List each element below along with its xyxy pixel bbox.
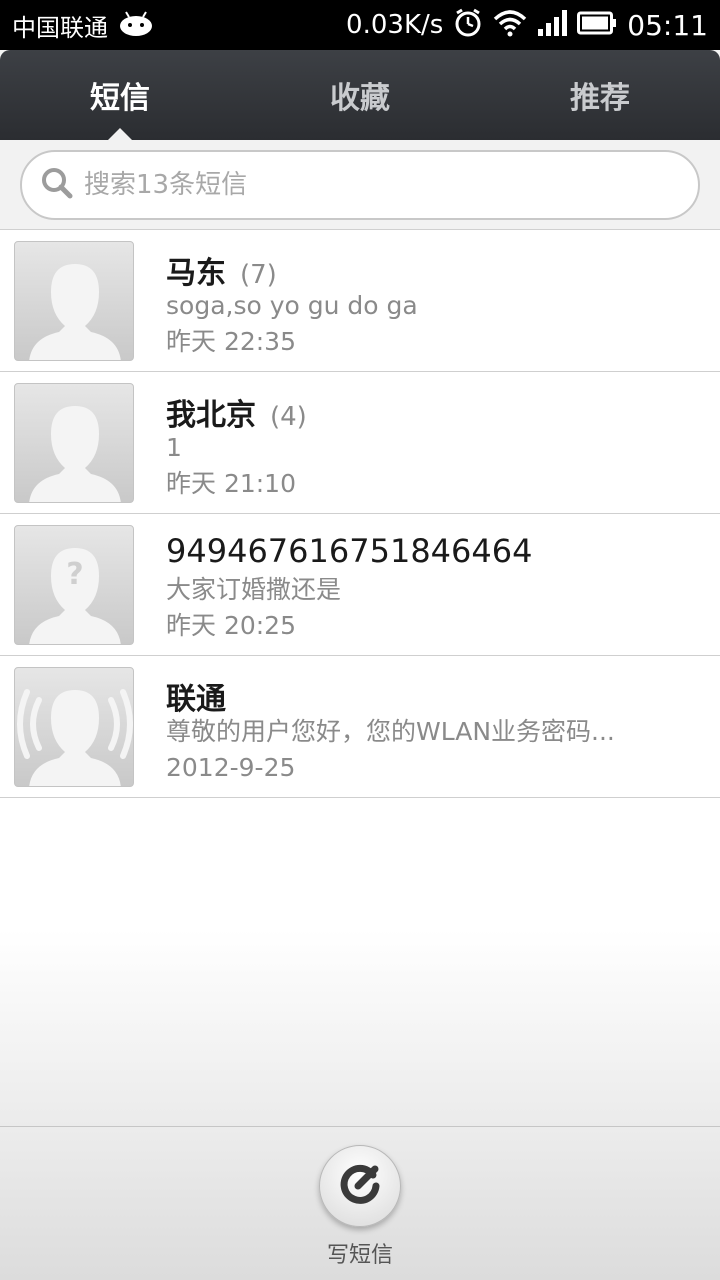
tab-recommended-label: 推荐 <box>570 81 630 116</box>
contact-avatar-icon[interactable] <box>14 383 134 503</box>
unknown-contact-avatar-icon[interactable]: ? <box>14 525 134 645</box>
tab-bar: 短信 收藏 推荐 <box>0 50 720 140</box>
contact-name: 94946761675184646​4 <box>166 532 533 570</box>
network-speed: 0.03K/s <box>346 10 444 40</box>
status-bar: 中国联通 0.03K/s 05:11 <box>0 0 720 50</box>
list-empty-area <box>0 798 720 1126</box>
contact-avatar-icon[interactable] <box>14 241 134 361</box>
conversation-text: 94946761675184646​4 大家订婚撒还是 昨天 20:25 <box>166 532 700 644</box>
tab-favorites[interactable]: 收藏 <box>240 50 480 140</box>
search-area <box>0 140 720 230</box>
tab-favorites-label: 收藏 <box>330 81 390 116</box>
message-preview: soga,so yo gu do ga <box>166 291 418 320</box>
conversation-text: 联通 尊敬的用户您好，您的WLAN业务密码... 2012-9-25 <box>166 674 700 786</box>
message-time: 昨天 20:25 <box>166 611 296 640</box>
conversation-header: 94946761675184646​4 <box>166 532 700 572</box>
conversation-item[interactable]: 联通 尊敬的用户您好，您的WLAN业务密码... 2012-9-25 <box>0 656 720 798</box>
status-bar-left: 中国联通 <box>12 8 154 43</box>
signal-icon <box>537 9 568 41</box>
tab-messages-label: 短信 <box>90 81 150 116</box>
contact-name: 马东 <box>166 256 226 291</box>
search-input[interactable] <box>84 170 644 200</box>
service-contact-avatar-icon[interactable] <box>14 667 134 787</box>
message-time: 昨天 22:35 <box>166 327 296 356</box>
bottom-bar: 写短信 <box>0 1126 720 1280</box>
compose-icon <box>337 1161 383 1211</box>
alarm-icon <box>453 8 483 42</box>
carrier-name: 中国联通 <box>12 13 108 42</box>
svg-text:?: ? <box>66 557 83 592</box>
compose-button[interactable] <box>319 1145 401 1227</box>
search-box[interactable] <box>20 150 700 220</box>
status-clock: 05:11 <box>627 8 708 42</box>
message-time: 2012-9-25 <box>166 753 296 782</box>
conversation-item[interactable]: ? 94946761675184646​4 大家订婚撒还是 昨天 20:25 <box>0 514 720 656</box>
status-bar-right: 0.03K/s 05:11 <box>346 8 708 42</box>
message-count: (7) <box>240 260 277 290</box>
conversation-text: 我北京 (4) 1 昨天 21:10 <box>166 390 700 502</box>
tab-recommended[interactable]: 推荐 <box>480 50 720 140</box>
conversation-header: 马东 (7) <box>166 248 700 291</box>
message-time: 昨天 21:10 <box>166 469 296 498</box>
message-preview: 1 <box>166 433 182 462</box>
tab-messages[interactable]: 短信 <box>0 50 240 140</box>
message-preview: 大家订婚撒还是 <box>166 575 342 604</box>
battery-icon <box>577 11 617 39</box>
search-icon <box>40 166 74 204</box>
conversation-header: 联通 <box>166 674 700 717</box>
contact-name: 我北京 <box>166 398 256 433</box>
conversation-text: 马东 (7) soga,so yo gu do ga 昨天 22:35 <box>166 248 700 360</box>
conversation-header: 我北京 (4) <box>166 390 700 433</box>
contact-name: 联通 <box>166 682 226 717</box>
conversation-item[interactable]: 马东 (7) soga,so yo gu do ga 昨天 22:35 <box>0 230 720 372</box>
android-icon <box>118 10 154 40</box>
message-preview: 尊敬的用户您好，您的WLAN业务密码... <box>166 717 615 746</box>
wifi-icon <box>493 9 527 41</box>
conversation-item[interactable]: 我北京 (4) 1 昨天 21:10 <box>0 372 720 514</box>
compose-label: 写短信 <box>326 1243 393 1268</box>
conversation-list: 马东 (7) soga,so yo gu do ga 昨天 22:35 我北京 … <box>0 230 720 798</box>
message-count: (4) <box>270 402 307 432</box>
active-tab-indicator <box>108 128 132 140</box>
